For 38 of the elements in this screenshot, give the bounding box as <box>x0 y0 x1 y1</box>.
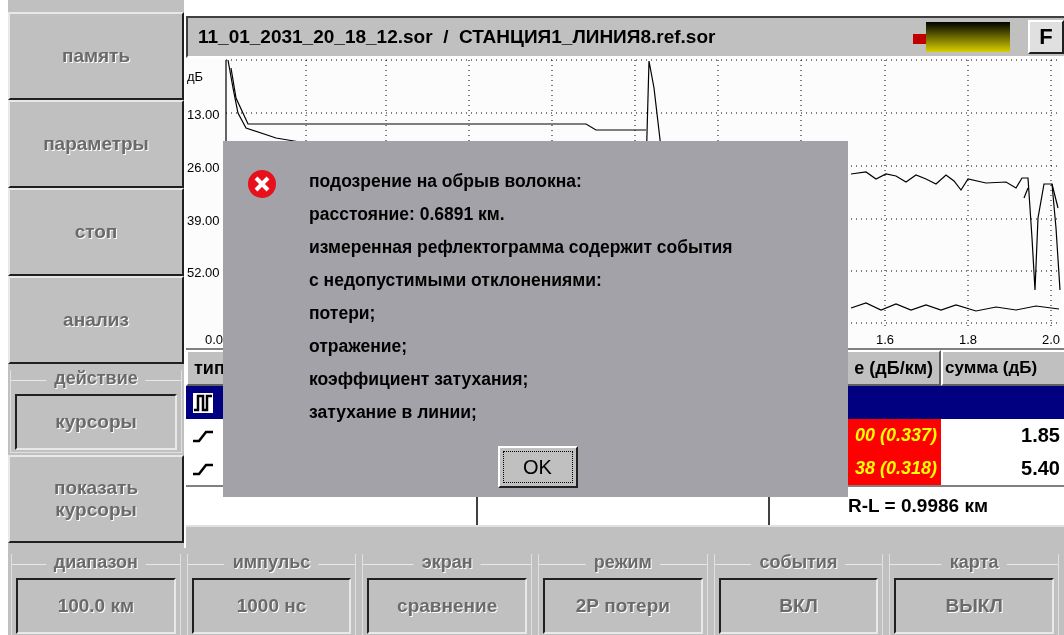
y-axis-label: 13.00 <box>187 107 220 122</box>
message-line: измеренная рефлектограмма содержит события <box>309 236 734 259</box>
sum-cell: 5.40 <box>1021 457 1060 480</box>
setting-button[interactable]: ВЫКЛ <box>894 578 1054 634</box>
y-axis-label: 39.00 <box>187 213 220 228</box>
y-axis-label: 26.00 <box>187 160 220 175</box>
setting-button[interactable]: 1000 нс <box>191 578 352 634</box>
message-line: отражение; <box>309 335 409 358</box>
message-line: расстояние: 0.6891 км. <box>309 203 506 226</box>
x-axis-label: 1.8 <box>958 332 978 347</box>
message-line: подозрение на обрыв волокна: <box>309 170 583 193</box>
group-title: действие <box>46 368 146 389</box>
cursor-distance: R-L = 0.9986 км <box>848 495 988 517</box>
error-icon <box>247 169 277 199</box>
setting-button[interactable]: 100.0 км <box>16 578 176 634</box>
message-line: коэффициент затухания; <box>309 368 530 391</box>
cursors-button[interactable]: курсоры <box>15 394 177 450</box>
x-axis-label: 0.0 <box>204 332 224 347</box>
file-name: 11_01_2031_20_18_12.sor / СТАНЦИЯ1_ЛИНИЯ8.ref.sor <box>197 26 717 48</box>
sum-cell: 1.85 <box>1021 424 1060 447</box>
x-axis-label: 1.6 <box>875 332 895 347</box>
setting-button[interactable]: 2Р потери <box>543 578 703 634</box>
side-menu-button[interactable]: память <box>8 12 184 100</box>
show-cursors-button[interactable]: показать курсоры <box>8 455 184 543</box>
message-line: потери; <box>309 302 377 325</box>
y-axis-label: 52.00 <box>187 265 220 280</box>
side-menu-button[interactable]: анализ <box>8 276 184 364</box>
message-line: затухание в линии; <box>309 401 478 424</box>
setting-button[interactable]: ВКЛ <box>718 578 879 634</box>
y-axis-unit: дБ <box>187 69 204 84</box>
side-menu-button[interactable]: стоп <box>8 188 184 276</box>
reflective-event-icon <box>192 391 214 414</box>
setting-button[interactable]: сравнение <box>367 578 527 634</box>
side-menu-button[interactable]: параметры <box>8 100 184 188</box>
f-button[interactable]: F <box>1028 20 1064 54</box>
x-axis-label: 2.0 <box>1041 332 1061 347</box>
message-line: с недопустимыми отклонениями: <box>309 269 603 292</box>
ok-button[interactable]: OK <box>497 446 578 488</box>
